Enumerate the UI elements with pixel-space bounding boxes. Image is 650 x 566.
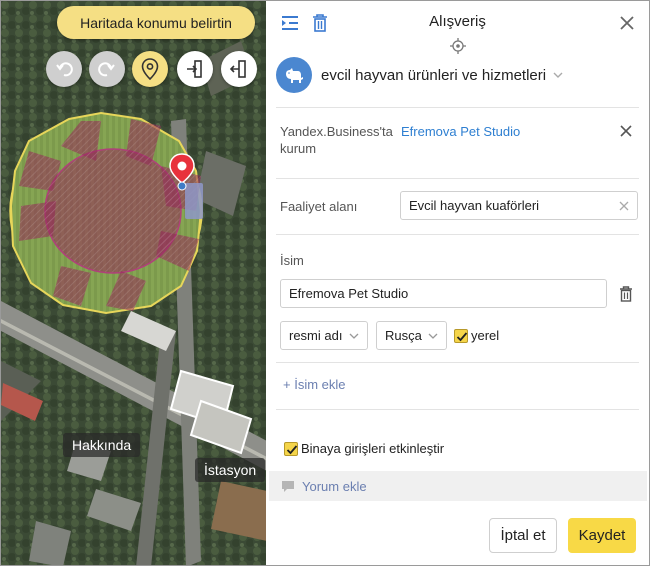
save-button[interactable]: Kaydet — [568, 518, 636, 553]
entrance-icon — [187, 60, 202, 78]
local-name-label: yerel — [471, 328, 500, 343]
chevron-down-icon — [428, 333, 438, 339]
local-name-checkbox[interactable]: yerel — [454, 328, 499, 343]
name-input[interactable]: Efremova Pet Studio — [280, 279, 607, 308]
add-exit-button[interactable] — [221, 51, 257, 87]
category-label: evcil hayvan ürünleri ve hizmetleri — [321, 66, 547, 84]
edit-panel: Alışveriş evcil hayvan ürünleri ve hizme… — [266, 0, 650, 566]
chevron-down-icon — [553, 72, 563, 78]
checkmark-icon — [456, 331, 468, 341]
category-selector[interactable]: evcil hayvan ürünleri ve hizmetleri — [276, 57, 563, 93]
add-comment-label: Yorum ekle — [302, 478, 367, 494]
business-link[interactable]: Efremova Pet Studio — [401, 124, 520, 139]
close-icon — [620, 16, 634, 30]
map-hint: Haritada konumu belirtin — [57, 6, 255, 39]
unlink-business-icon[interactable] — [620, 125, 632, 137]
divider — [276, 362, 639, 363]
location-pin-icon[interactable] — [169, 153, 195, 191]
name-language-value: Rusça — [385, 328, 422, 343]
name-section-label: İsim — [280, 253, 304, 268]
category-avatar — [276, 57, 312, 93]
divider — [276, 107, 639, 108]
map-place-label: İstasyon — [195, 458, 266, 482]
add-comment-bar[interactable]: Yorum ekle — [269, 471, 647, 501]
chevron-down-icon — [349, 333, 359, 339]
comment-icon — [282, 480, 294, 492]
activity-label: Faaliyet alanı — [280, 199, 358, 214]
place-pin-button[interactable] — [132, 51, 168, 87]
enable-entrances-checkbox[interactable]: Binaya girişleri etkinleştir — [284, 441, 444, 456]
redo-icon — [98, 62, 115, 77]
enable-entrances-label: Binaya girişleri etkinleştir — [301, 441, 445, 456]
add-entrance-button[interactable] — [177, 51, 213, 87]
checkbox[interactable] — [454, 328, 468, 343]
checkbox[interactable] — [284, 441, 298, 456]
exit-icon — [229, 60, 246, 78]
add-name-link[interactable]: + İsim ekle — [283, 377, 346, 392]
cancel-button[interactable]: İptal et — [489, 518, 557, 553]
undo-button[interactable] — [46, 51, 82, 87]
divider — [276, 409, 639, 410]
map-view[interactable]: Hakkında İstasyon Haritada konumu belirt… — [0, 0, 266, 566]
name-type-value: resmi adı — [289, 328, 343, 343]
name-type-select[interactable]: resmi adı — [280, 321, 368, 350]
map-place-label: Hakkında — [63, 433, 141, 457]
location-pin-icon — [141, 58, 159, 80]
panel-toolbar: Alışveriş — [266, 1, 649, 54]
clear-icon[interactable] — [619, 201, 629, 211]
undo-icon — [56, 62, 73, 77]
redo-button[interactable] — [89, 51, 125, 87]
delete-name-icon[interactable] — [619, 286, 633, 302]
name-language-select[interactable]: Rusça — [376, 321, 447, 350]
divider — [276, 178, 639, 179]
crosshair-icon[interactable] — [450, 38, 466, 54]
dog-icon — [286, 68, 303, 83]
business-label: Yandex.Business'ta kurum — [280, 124, 393, 156]
activity-value: Evcil hayvan kuaförleri — [409, 198, 540, 213]
checkmark-icon — [286, 444, 298, 454]
panel-title: Alışveriş — [429, 13, 486, 30]
activity-input[interactable]: Evcil hayvan kuaförleri — [400, 191, 638, 220]
divider — [276, 234, 639, 235]
close-panel-button[interactable] — [617, 13, 637, 33]
